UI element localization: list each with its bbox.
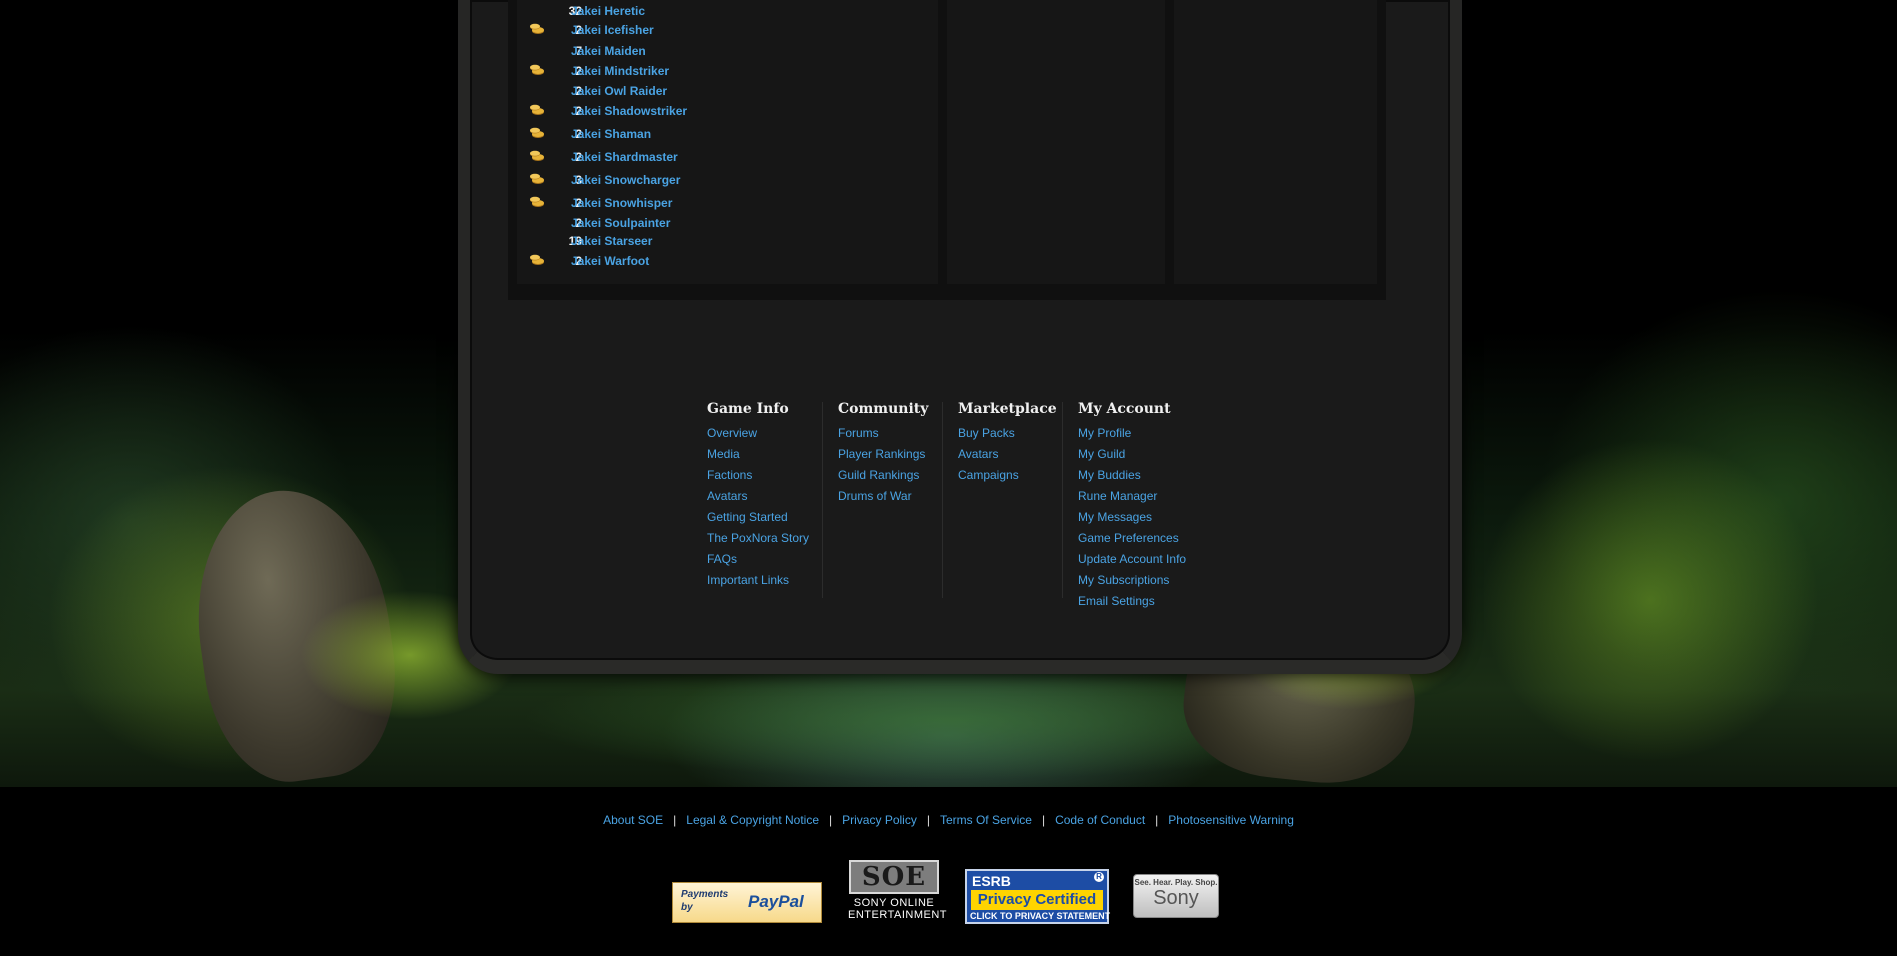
nav-link[interactable]: Buy Packs [958,423,1057,444]
nav-community: Community Forums Player Rankings Guild Ran… [838,400,928,507]
nav-link[interactable]: Campaigns [958,465,1057,486]
character-link[interactable]: Jakei Mindstriker [571,62,669,80]
character-link[interactable]: Jakei Shaman [571,125,651,143]
soe-logo[interactable]: SOE SONY ONLINE ENTERTAINMENT [848,860,947,925]
nav-link[interactable]: My Messages [1078,507,1186,528]
character-link[interactable]: Jakei Heretic [571,2,645,20]
nav-link[interactable]: My Profile [1078,423,1186,444]
nav-heading-my-account: My Account [1078,401,1171,417]
nav-link[interactable]: My Guild [1078,444,1186,465]
nav-link[interactable]: Update Account Info [1078,549,1186,570]
character-row: 7 Jakei Maiden [517,42,937,60]
nav-link[interactable]: Guild Rankings [838,465,928,486]
character-link[interactable]: Jakei Snowhisper [571,194,672,212]
character-link[interactable]: Jakei Shadowstriker [571,102,687,120]
character-link[interactable]: Jakei Warfoot [571,252,649,270]
sony-logo: Sony [1153,887,1199,909]
legal-links-bar: About SOE | Legal & Copyright Notice | Priva… [0,813,1897,827]
esrb-sub: CLICK TO PRIVACY STATEMENT [970,911,1111,921]
character-row: 2 Jakei Icefisher [517,21,937,39]
legal-link[interactable]: About SOE [603,813,663,827]
legal-separator: | [673,813,677,827]
nav-heading-community: Community [838,401,929,417]
nav-my-account: My Account My Profile My Guild My Buddies R… [1078,400,1186,612]
legal-link[interactable]: Privacy Policy [842,813,917,827]
nav-divider [822,402,823,598]
character-row: 19 Jakei Starseer [517,232,937,250]
character-link[interactable]: Jakei Snowcharger [571,171,680,189]
nav-divider [942,402,943,598]
nav-link[interactable]: Overview [707,423,809,444]
nav-link[interactable]: Factions [707,465,809,486]
legal-link[interactable]: Code of Conduct [1055,813,1145,827]
legal-link[interactable]: Legal & Copyright Notice [686,813,819,827]
character-row: 2 Jakei Mindstriker [517,62,937,80]
nav-link[interactable]: Avatars [958,444,1057,465]
paypal-logo: PayPal [748,892,804,911]
soe-line2: ENTERTAINMENT [848,909,947,921]
esrb-label: Privacy Certified [971,890,1103,910]
esrb-privacy-badge[interactable]: ESRB R Privacy Certified CLICK TO PRIVAC… [965,869,1111,924]
empty-column-2 [947,0,1165,284]
registered-mark-icon: R [1094,872,1104,882]
soe-line1: SONY ONLINE [853,897,935,909]
nav-link[interactable]: The PoxNora Story [707,528,809,549]
nav-divider [1062,402,1063,598]
soe-logo-mark: SOE [849,860,939,894]
nav-link[interactable]: Game Preferences [1078,528,1186,549]
character-row: 3 Jakei Snowcharger [517,171,937,189]
character-link[interactable]: Jakei Owl Raider [571,82,667,100]
character-row: 2 Jakei Warfoot [517,252,937,270]
nav-link[interactable]: Forums [838,423,928,444]
nav-game-info: Game Info Overview Media Factions Avatars Ge… [707,400,809,591]
sony-tagline: See. Hear. Play. Shop. [1134,878,1218,887]
paypal-badge[interactable]: Payments by PayPal [672,882,822,923]
legal-link[interactable]: Photosensitive Warning [1168,813,1294,827]
character-link[interactable]: Jakei Maiden [571,42,646,60]
nav-link[interactable]: Media [707,444,809,465]
legal-link[interactable]: Terms Of Service [940,813,1032,827]
character-link[interactable]: Jakei Starseer [571,232,652,250]
nav-link[interactable]: Email Settings [1078,591,1186,612]
nav-link[interactable]: My Subscriptions [1078,570,1186,591]
legal-separator: | [926,813,930,827]
nav-link[interactable]: My Buddies [1078,465,1186,486]
esrb-brand: ESRB [972,873,1011,889]
character-row: 2 Jakei Owl Raider [517,82,937,100]
nav-link[interactable]: Player Rankings [838,444,928,465]
paypal-prefix: Payments by [681,889,729,913]
character-link[interactable]: Jakei Shardmaster [571,148,678,166]
nav-link[interactable]: Rune Manager [1078,486,1186,507]
nav-link[interactable]: Drums of War [838,486,928,507]
character-row: 2 Jakei Shadowstriker [517,102,937,120]
character-row: 32 Jakei Heretic [517,2,937,20]
character-row: 2 Jakei Snowhisper [517,194,937,212]
nav-link[interactable]: Getting Started [707,507,809,528]
character-link[interactable]: Jakei Icefisher [571,21,654,39]
nav-link[interactable]: Avatars [707,486,809,507]
legal-separator: | [1155,813,1159,827]
nav-marketplace: Marketplace Buy Packs Avatars Campaigns [958,400,1057,486]
empty-column-3 [1174,0,1377,284]
nav-heading-marketplace: Marketplace [958,401,1057,417]
nav-link[interactable]: FAQs [707,549,809,570]
character-row: 2 Jakei Soulpainter [517,214,937,232]
nav-heading-game-info: Game Info [707,401,789,417]
character-row: 2 Jakei Shaman [517,125,937,143]
character-row: 2 Jakei Shardmaster [517,148,937,166]
character-link[interactable]: Jakei Soulpainter [571,214,670,232]
legal-separator: | [1041,813,1046,827]
legal-separator: | [829,813,833,827]
sony-badge[interactable]: See. Hear. Play. Shop. Sony [1133,874,1219,918]
nav-link[interactable]: Important Links [707,570,809,591]
